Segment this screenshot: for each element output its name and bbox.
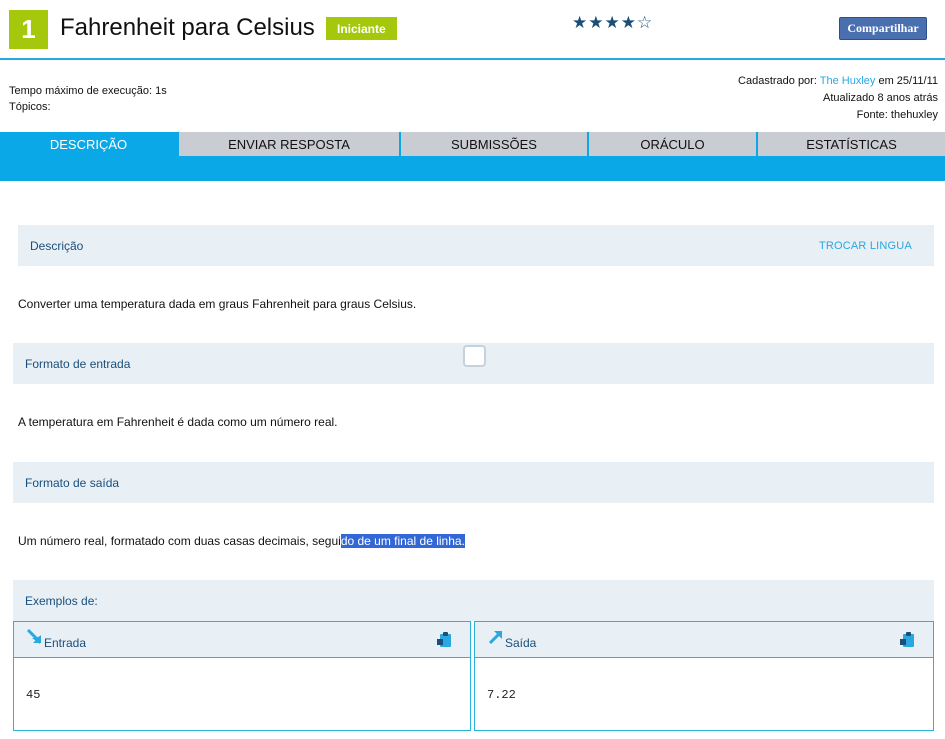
output-format-text-selected: do de um final de linha. (340, 534, 465, 548)
example-input-header: Entrada (14, 622, 470, 658)
output-format-section-header: Formato de saída (13, 462, 934, 503)
updated-text: Atualizado 8 anos atrás (823, 92, 938, 104)
input-format-heading: Formato de entrada (25, 356, 131, 371)
registered-date: em 25/11/11 (878, 75, 938, 87)
example-input-value: 45 (26, 688, 41, 702)
arrow-down-right-icon (26, 628, 41, 644)
author-link[interactable]: The Huxley (820, 75, 876, 87)
problem-meta-right: Cadastrado por: The Huxley em 25/11/11 A… (738, 73, 938, 124)
source-text: Fonte: thehuxley (856, 109, 938, 121)
example-output-box: Saída 7.22 (474, 621, 934, 731)
description-text: Converter uma temperatura dada em graus … (18, 297, 417, 311)
problem-title: Fahrenheit para Celsius (60, 14, 315, 41)
example-input-label: Entrada (44, 636, 87, 650)
description-section-header: Descrição TROCAR LINGUA (18, 225, 934, 266)
example-output-label: Saída (505, 636, 537, 650)
description-heading: Descrição (30, 238, 84, 253)
registered-prefix: Cadastrado por: (738, 75, 817, 87)
output-format-heading: Formato de saída (25, 475, 120, 490)
change-language-link[interactable]: TROCAR LINGUA (819, 240, 912, 252)
tab-statistics[interactable]: ESTATÍSTICAS (758, 132, 945, 156)
tab-submit-answer[interactable]: ENVIAR RESPOSTA (179, 132, 399, 156)
arrow-up-right-icon (488, 631, 502, 645)
problem-number-badge: 1 (9, 10, 48, 49)
examples-section-header: Exemplos de: (13, 580, 934, 621)
examples-heading: Exemplos de: (25, 593, 98, 608)
share-button[interactable]: Compartilhar (839, 17, 927, 40)
example-input-box: Entrada 45 (13, 621, 471, 731)
example-output-header: Saída (475, 622, 933, 658)
tab-submissions[interactable]: SUBMISSÕES (401, 132, 587, 156)
time-limit: Tempo máximo de execução: 1s (9, 85, 167, 97)
clipboard-icon[interactable] (900, 631, 915, 648)
problem-meta-left: Tempo máximo de execução: 1s Tópicos: (9, 83, 167, 115)
level-badge: Iniciante (326, 17, 397, 40)
output-format-text-plain: Um número real, formatado com duas casas… (18, 534, 341, 548)
example-output-value: 7.22 (487, 688, 516, 702)
registered-line: Cadastrado por: The Huxley em 25/11/11 (738, 73, 938, 90)
checkbox[interactable] (463, 345, 486, 367)
output-format-text: Um número real, formatado com duas casas… (18, 534, 465, 548)
clipboard-icon[interactable] (437, 631, 452, 648)
input-format-text: A temperatura em Fahrenheit é dada como … (18, 415, 338, 429)
tab-description[interactable]: DESCRIÇÃO (0, 132, 177, 156)
topics: Tópicos: (9, 101, 51, 113)
rating-stars[interactable]: ★★★★☆ (572, 13, 653, 33)
tab-oracle[interactable]: ORÁCULO (589, 132, 756, 156)
problem-header: 1 Fahrenheit para Celsius Iniciante ★★★★… (0, 0, 945, 60)
